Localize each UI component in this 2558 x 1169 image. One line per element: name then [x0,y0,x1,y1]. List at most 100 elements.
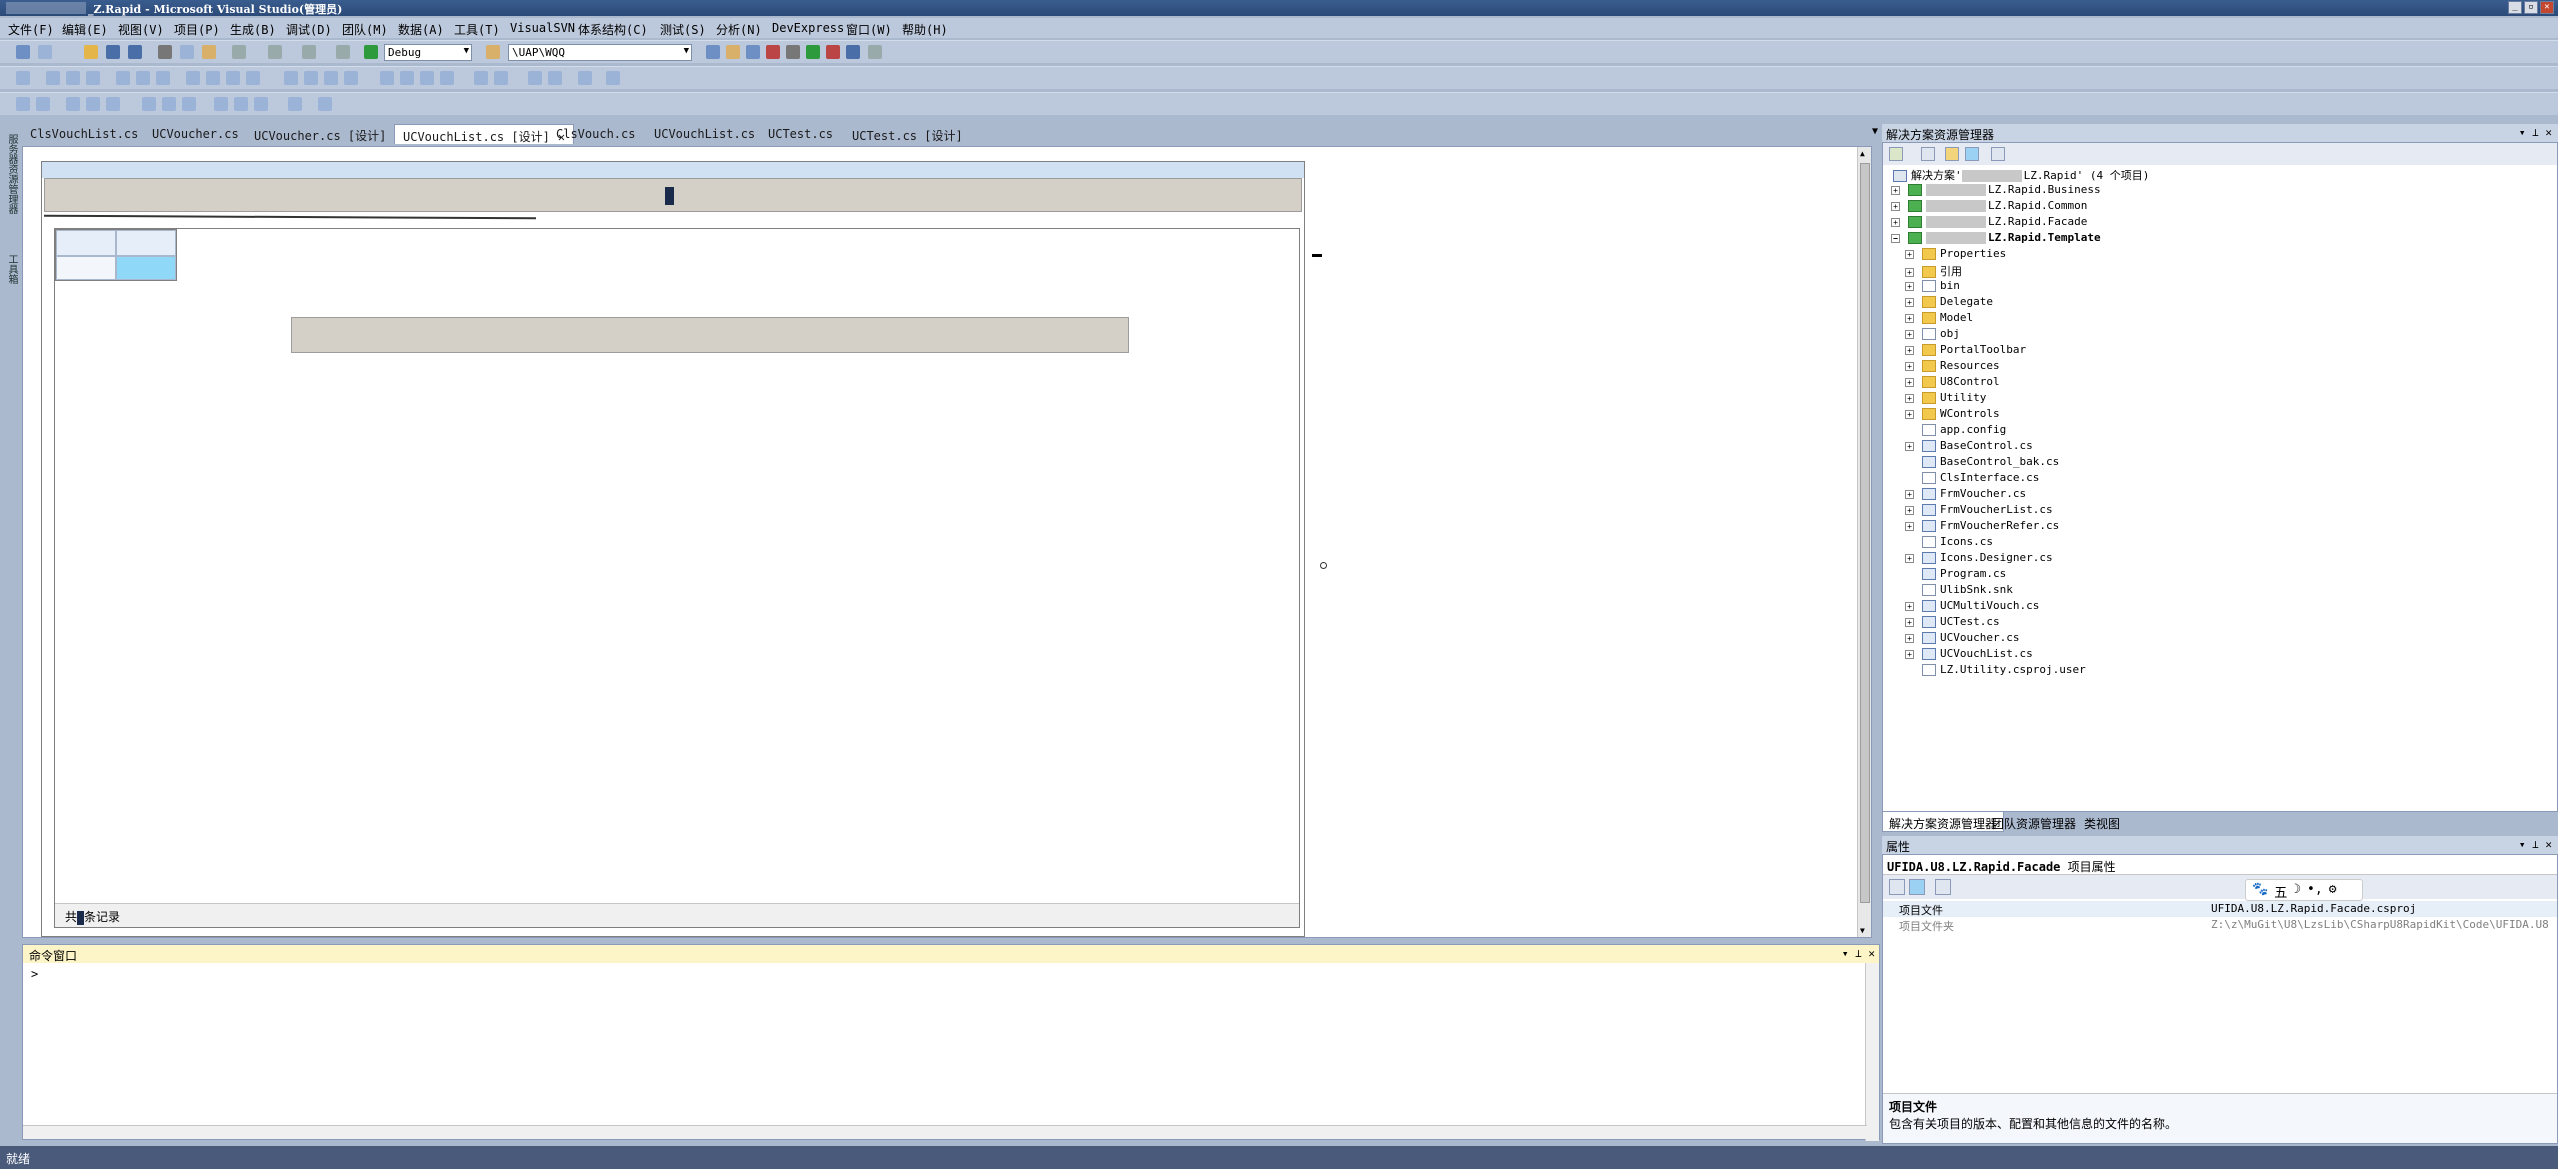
outdent-icon[interactable] [106,97,120,111]
add-item-icon[interactable] [38,45,52,59]
ime-punct-icon[interactable]: •, [2307,882,2323,898]
ime-toolbar[interactable]: 🐾 五 ☽ •, ⚙ [2245,879,2363,901]
align-rights-icon[interactable] [86,71,100,85]
navigate-back-icon[interactable] [302,45,316,59]
voucher-grid[interactable]: 共条记录 [54,228,1300,928]
menu-view[interactable]: 视图(V) [118,21,164,38]
increase-spacing-icon[interactable] [304,71,318,85]
expand-icon[interactable]: + [1905,553,1914,563]
close-icon[interactable]: ✕ [2545,126,2552,139]
expand-icon[interactable]: + [1905,633,1914,643]
categorized-icon[interactable] [1889,879,1905,895]
tree-item[interactable]: + 引用 [1905,263,1962,279]
previous-bookmark-icon[interactable] [234,97,248,111]
complete-word-icon[interactable] [86,97,100,111]
expand-icon[interactable]: + [1905,329,1914,339]
align-to-grid-icon[interactable] [16,71,30,85]
expand-icon[interactable]: + [1905,393,1914,403]
expand-icon[interactable]: + [1891,201,1900,211]
resize-handle[interactable] [1320,562,1327,569]
increase-vspacing-icon[interactable] [400,71,414,85]
object-selector[interactable]: UFIDA.U8.LZ.Rapid.Facade 项目属性 [1883,855,2557,875]
minimize-button[interactable]: _ [2508,1,2522,14]
menu-test[interactable]: 测试(S) [660,21,706,38]
property-row[interactable]: 项目文件夹 Z:\z\MuGit\U8\LzsLib\CSharpU8Rapid… [1883,917,2557,933]
menu-build[interactable]: 生成(B) [230,21,276,38]
object-browser-icon[interactable] [746,45,760,59]
expand-icon[interactable]: + [1891,217,1900,227]
start-debug-icon[interactable] [364,45,378,59]
property-pages-icon[interactable] [1935,879,1951,895]
tab-class-view[interactable]: 类视图 [2078,812,2126,832]
toggle-bookmark-icon[interactable] [214,97,228,111]
menu-team[interactable]: 团队(M) [342,21,388,38]
collapse-icon[interactable]: − [1891,233,1900,243]
expand-icon[interactable]: + [1905,505,1914,515]
ime-moon-icon[interactable]: ☽ [2293,882,2301,898]
make-same-width-icon[interactable] [186,71,200,85]
expand-icon[interactable]: + [1905,361,1914,371]
menu-help[interactable]: 帮助(H) [902,21,948,38]
toolbar-overflow-icon[interactable] [318,97,332,111]
toolbox-tab[interactable]: 工具箱 [4,254,19,284]
expand-icon[interactable]: + [1891,185,1900,195]
grid-cell[interactable] [116,230,176,256]
expand-icon[interactable]: + [1905,377,1914,387]
size-to-grid-icon[interactable] [206,71,220,85]
tree-item[interactable]: + Resources [1905,359,2000,375]
make-same-height-icon[interactable] [226,71,240,85]
tree-item[interactable]: + U8Control [1905,375,2000,391]
expand-icon[interactable]: + [1905,345,1914,355]
tree-project-node[interactable]: + LZ.Rapid.Facade [1891,215,2087,231]
remove-vspacing-icon[interactable] [440,71,454,85]
portal-toolbar[interactable] [44,178,1302,212]
tree-item[interactable]: + obj [1905,327,1960,343]
align-middles-icon[interactable] [136,71,150,85]
remove-spacing-icon[interactable] [344,71,358,85]
tree-project-node-startup[interactable]: − LZ.Rapid.Template [1891,231,2101,247]
view-code-icon[interactable] [1965,147,1979,161]
pin-icon[interactable]: ⊥ [1855,947,1862,960]
tree-item[interactable]: + PortalToolbar [1905,343,2026,359]
decrease-vspacing-icon[interactable] [420,71,434,85]
expand-icon[interactable]: + [1905,313,1914,323]
tree-item[interactable]: + UCMultiVouch.cs [1905,599,2039,615]
user-control-form[interactable]: 共条记录 [41,161,1327,937]
menu-tools[interactable]: 工具(T) [454,21,500,38]
show-all-files-icon[interactable] [1921,147,1935,161]
paste-icon[interactable] [202,45,216,59]
align-bottoms-icon[interactable] [156,71,170,85]
align-centers-icon[interactable] [66,71,80,85]
ime-settings-icon[interactable]: ⚙ [2329,882,2337,898]
scroll-up-icon[interactable]: ▲ [1860,149,1865,158]
tree-project-node[interactable]: + LZ.Rapid.Common [1891,199,2087,215]
parameter-info-icon[interactable] [36,97,50,111]
expand-icon[interactable]: + [1905,409,1914,419]
command-vertical-scrollbar[interactable] [1865,963,1879,1141]
tree-item[interactable]: + Icons.Designer.cs [1905,551,2053,567]
undo-icon[interactable] [232,45,246,59]
tree-item[interactable]: + Model [1905,311,1973,327]
server-explorer-tab[interactable]: 服务器资源管理器 [4,134,19,214]
menu-architecture[interactable]: 体系结构(C) [578,21,648,38]
tree-item[interactable]: + Properties [1905,247,2006,263]
uncomment-icon[interactable] [182,97,196,111]
menu-debug[interactable]: 调试(D) [286,21,332,38]
scroll-down-icon[interactable]: ▼ [1860,926,1865,935]
tree-item[interactable]: Icons.cs [1905,535,1993,551]
solution-explorer-icon[interactable] [706,45,720,59]
tree-item[interactable]: BaseControl_bak.cs [1905,455,2059,471]
comment-out-icon[interactable] [162,97,176,111]
chevron-down-icon[interactable]: ▾ [1842,947,1849,960]
close-button[interactable]: ✕ [2540,1,2554,14]
tree-item[interactable]: + FrmVoucherRefer.cs [1905,519,2059,535]
tree-item[interactable]: + WControls [1905,407,2000,423]
expand-icon[interactable]: + [1905,521,1914,531]
command-window-icon[interactable] [846,45,860,59]
restore-button[interactable]: ▫ [2524,1,2538,14]
save-all-icon[interactable] [128,45,142,59]
chevron-down-icon[interactable]: ▾ [2519,126,2526,139]
expand-icon[interactable]: + [1905,297,1914,307]
alphabetical-icon[interactable] [1909,879,1925,895]
tab-team-explorer[interactable]: 团队资源管理器 [1986,812,2082,832]
